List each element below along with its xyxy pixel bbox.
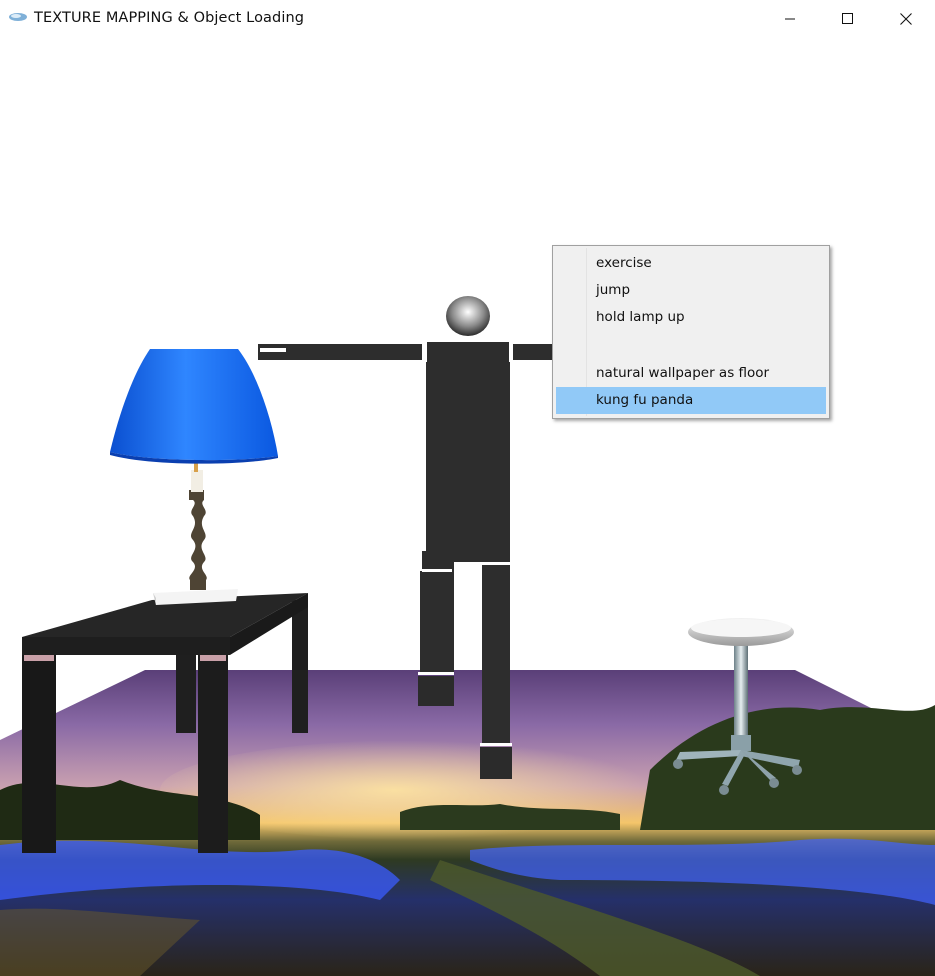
close-button[interactable] [877,0,935,38]
textured-floor [0,670,935,976]
menu-item-jump[interactable]: jump [556,277,826,304]
minimize-icon [785,18,795,20]
table-lamp [110,349,278,605]
maximize-button[interactable] [819,0,877,38]
menu-item-hold-lamp-up[interactable]: hold lamp up [556,304,826,331]
title-bar: TEXTURE MAPPING & Object Loading [0,0,935,38]
scene-canvas [0,296,935,976]
menu-item-blank[interactable] [556,332,826,359]
context-menu: exercise jump hold lamp up natural wallp… [552,245,830,419]
render-viewport[interactable] [0,38,935,976]
menu-item-kung-fu-panda[interactable]: kung fu panda [556,387,826,414]
close-icon [900,13,912,25]
menu-item-exercise[interactable]: exercise [556,250,826,277]
minimize-button[interactable] [761,0,819,38]
menu-item-natural-wallpaper-floor[interactable]: natural wallpaper as floor [556,360,826,387]
app-icon [9,13,27,21]
maximize-icon [842,13,853,24]
window-title: TEXTURE MAPPING & Object Loading [34,10,305,26]
